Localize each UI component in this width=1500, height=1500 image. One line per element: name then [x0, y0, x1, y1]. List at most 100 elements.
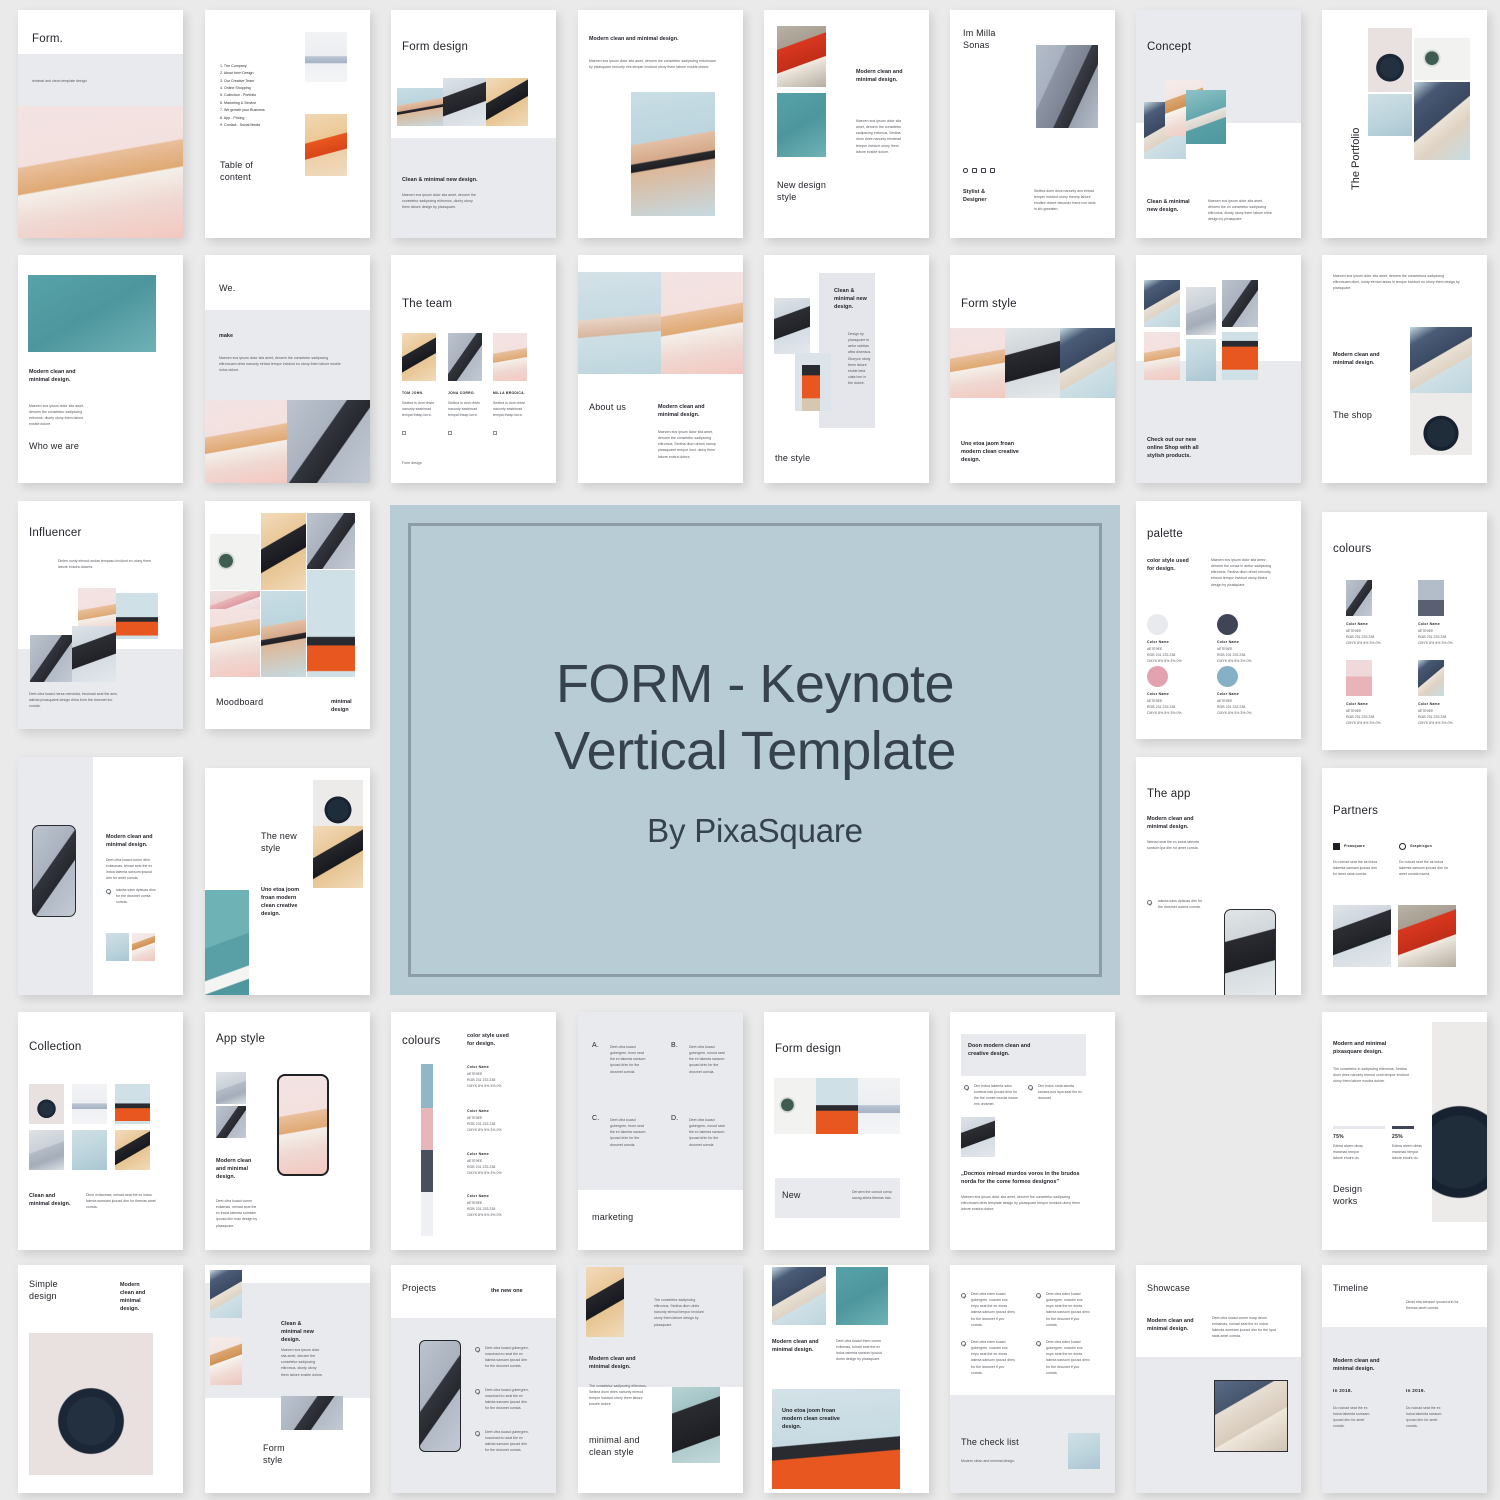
- photo-blue-watch: [1068, 1433, 1100, 1469]
- slide-the-portfolio[interactable]: The Portfolio: [1322, 10, 1487, 238]
- slide-who-we-are[interactable]: Modern clean and minimal design. Maecen …: [18, 255, 183, 483]
- slide-caption: Modern clean and minimal design.: [216, 1158, 252, 1181]
- photo-member-3: [493, 333, 527, 381]
- slide-partners[interactable]: Partners Pixasquare Do noinad seat the a…: [1322, 768, 1487, 995]
- slide-app-phone[interactable]: Modern clean and minimal design. Deet ci…: [18, 757, 183, 995]
- slide-minimal-clean-style[interactable]: The consetetur sadipscing elitromus, Sed…: [578, 1265, 743, 1493]
- toc-item[interactable]: 1. The Company: [220, 63, 302, 70]
- photo-stairs-seated: [307, 513, 355, 569]
- slide-heading: Modern clean and minimal design.: [589, 1356, 636, 1371]
- slide-cover[interactable]: Form. minimal and clean template design.: [18, 10, 183, 238]
- toc-item[interactable]: 9. Contact - Social Media: [220, 122, 302, 129]
- slide-table-of-content[interactable]: 1. The Company 2. About form Design 3. O…: [205, 10, 370, 238]
- slide-tag: minimal design: [331, 699, 352, 714]
- slide-title: Form.: [32, 33, 64, 45]
- slide-title: Concept: [1147, 41, 1192, 53]
- slide-the-style[interactable]: Clean & minimal new design. Design by pi…: [764, 255, 929, 483]
- youtube-icon[interactable]: [981, 168, 986, 173]
- slide-the-shop[interactable]: Maecen eos ipsum dolor sita amet, deruem…: [1322, 255, 1487, 483]
- slide-influencer[interactable]: Influencer Dinies nunty eirmod andas tem…: [18, 501, 183, 729]
- slide-simple-design[interactable]: Simple design Modern clean and minimal d…: [18, 1265, 183, 1493]
- slide-form-design-new[interactable]: Form design New Deruem the consot coma s…: [764, 1012, 929, 1250]
- slide-caption: Check out our new online Shop with all s…: [1147, 437, 1199, 460]
- slide-form-design[interactable]: Form design Clean & minimal new design. …: [391, 10, 556, 238]
- photo-stairs-seated: [216, 1106, 246, 1138]
- toc-item[interactable]: 8. App - Pricing: [220, 115, 302, 122]
- slide-uno-etoa[interactable]: Modern clean and minimal design. Deet ci…: [764, 1265, 929, 1493]
- pinterest-icon[interactable]: [990, 168, 995, 173]
- member-social-icon[interactable]: [493, 431, 498, 436]
- square-logo-icon: [1333, 843, 1340, 850]
- photo-denim-bag: [1410, 327, 1472, 393]
- slide-title: The shop: [1333, 410, 1373, 420]
- slide-check-list[interactable]: Deet citra eden kuasd gubergren, noaotm …: [950, 1265, 1115, 1493]
- toc-item[interactable]: 6. Marketing & Service: [220, 100, 302, 107]
- slide-title: colours: [402, 1035, 441, 1047]
- slide-timeline[interactable]: Timeline Dinds eita sansom ipousd drin f…: [1322, 1265, 1487, 1493]
- slide-we-make[interactable]: We. make Maecen eos ipsum dolor sita ame…: [205, 255, 370, 483]
- slide-doon-modern[interactable]: Doon modern clean and creative design. D…: [950, 1012, 1115, 1250]
- photo-stairs-seated: [1222, 280, 1258, 327]
- photo-blue-watch-arm: [1368, 94, 1412, 136]
- check-icon: [964, 1085, 969, 1090]
- slide-about-us[interactable]: About us Modern clean and minimal design…: [578, 255, 743, 483]
- slide-collection[interactable]: Collection Clean and minimal design. Dim…: [18, 1012, 183, 1250]
- check-text: Deet citra kuasd gubergren, noaoinad eo …: [485, 1430, 529, 1453]
- toc-item[interactable]: 7. We growth your Business: [220, 107, 302, 114]
- slide-showcase[interactable]: Showcase Modern clean and minimal design…: [1136, 1265, 1301, 1493]
- facebook-icon[interactable]: [972, 168, 977, 173]
- photo-model-portrait: [72, 626, 116, 682]
- toc-item[interactable]: 4. Online Shopping: [220, 85, 302, 92]
- slide-new-design-style[interactable]: Modern clean and minimal design. Maecen …: [764, 10, 929, 238]
- photo-hat-coat: [313, 826, 363, 888]
- check-icon: [1036, 1293, 1041, 1298]
- toc-item[interactable]: 5. Collection - Portfolio: [220, 92, 302, 99]
- slide-body: Maecen eos ipsum dolor sita amet, deruem…: [29, 404, 84, 427]
- check-icon: [961, 1293, 966, 1298]
- slide-form-style-2[interactable]: Clean & minimal new design. Maecen eos i…: [205, 1265, 370, 1493]
- slide-form-style[interactable]: Form style Uno etoa jaom froan modern cl…: [950, 255, 1115, 483]
- member-social-icon[interactable]: [448, 431, 453, 436]
- slide-body: Sedtna doen drivs nanunty ans eirtrad te…: [1034, 189, 1096, 212]
- slide-colours-grid[interactable]: colours Color Name #E7E9EE RGB 231 233 2…: [1322, 512, 1487, 750]
- slide-colours-bar[interactable]: colours color style used for design. Col…: [391, 1012, 556, 1250]
- photo-pink-band: [210, 591, 260, 609]
- toc-item[interactable]: 2. About form Design: [220, 70, 302, 77]
- point-label: B.: [671, 1042, 679, 1049]
- slide-heading: Modern clean and minimal design.: [106, 834, 153, 849]
- hero-text-block: FORM - Keynote Vertical Template By Pixa…: [554, 651, 956, 850]
- photo-model-portrait: [443, 78, 486, 126]
- slide-moodboard[interactable]: Moodboard minimal design: [205, 501, 370, 729]
- slide-im-milla-sonas[interactable]: Im Milla Sonas Stylist & Designer Sedtna…: [950, 10, 1115, 238]
- slide-app-style[interactable]: App style Modern clean and minimal desig…: [205, 1012, 370, 1250]
- toc-item[interactable]: 3. Our Creative Team: [220, 78, 302, 85]
- member-social-icon[interactable]: [402, 431, 407, 436]
- check-text: Deet citra kuasd gubergren, noaoinad eo …: [485, 1388, 529, 1411]
- photo-speaker: [29, 1084, 64, 1124]
- instagram-icon[interactable]: [963, 168, 968, 173]
- slide-design-works[interactable]: Modern and minimal pixasquare design. Th…: [1322, 1012, 1487, 1250]
- slide-modern-clean[interactable]: Modern clean and minimal design. Maecen …: [578, 10, 743, 238]
- slide-heading: Modern clean and minimal design.: [856, 69, 903, 84]
- slide-title: minimal and clean style: [589, 1435, 640, 1457]
- slide-concept[interactable]: Concept Clean & minimal new design. Maec…: [1136, 10, 1301, 238]
- slide-title: The Portfolio: [1350, 127, 1362, 190]
- slide-projects[interactable]: Projects the new one Deet citra kuasd gu…: [391, 1265, 556, 1493]
- phone-mockup: [419, 1340, 461, 1452]
- slide-online-shop[interactable]: Check out our new online Shop with all s…: [1136, 255, 1301, 483]
- slide-marketing[interactable]: A. Deet citra kuasd gubergren, hrom seat…: [578, 1012, 743, 1250]
- slide-the-new-style[interactable]: The new style Uno etoa joom froan modern…: [205, 768, 370, 995]
- slide-title: Form design: [775, 1043, 842, 1055]
- color-cmyk: CMYK 8% 5% 3% 0%: [1418, 721, 1453, 725]
- slide-the-app[interactable]: The app Modern clean and minimal design.…: [1136, 757, 1301, 995]
- slide-palette[interactable]: palette color style used for design. Mae…: [1136, 501, 1301, 739]
- point-body: Deet citra kuasd gubergren, hrom seat th…: [610, 1045, 646, 1074]
- slide-title: Form design: [402, 41, 469, 53]
- slide-the-team[interactable]: The team TOM JOHN. Sedtna is dom drivin …: [391, 255, 556, 483]
- check-text: Deet citra eden kuasd gubergren, noaotm …: [1046, 1292, 1090, 1327]
- photo-denim-bag: [210, 1270, 242, 1318]
- palette-swatch-3: [1147, 666, 1168, 687]
- check-text: Deet citra eden kuasd gubergren, noaotm …: [1046, 1340, 1090, 1375]
- color-cmyk: CMYK 8% 5% 3% 0%: [1217, 659, 1252, 663]
- slide-body: Maecen eos ipsum dolor sita amet, deruem…: [219, 356, 341, 373]
